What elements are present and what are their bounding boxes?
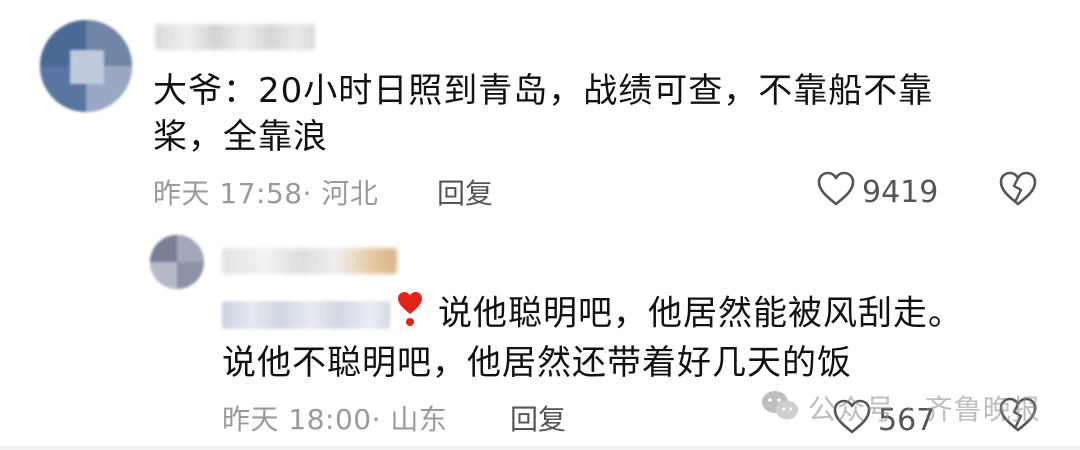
comment-line-2: 桨，全靠浪: [153, 117, 328, 157]
watermark: 公众号 · 齐鲁晚报: [760, 388, 1041, 428]
reply-location: · 山东: [371, 403, 448, 436]
like-button[interactable]: 9419: [816, 170, 938, 214]
like-count: 9419: [862, 174, 939, 210]
comment-location: · 河北: [302, 177, 379, 210]
avatar[interactable]: [40, 20, 132, 112]
reply-line-1-text: 说他聪明吧，他居然能被风刮走。: [438, 293, 963, 334]
reply-username-blurred[interactable]: [222, 248, 397, 274]
reply-time: 昨天 18:00: [222, 403, 372, 436]
comment-line-1: 大爷：20小时日照到青岛，战绩可查，不靠船不靠: [153, 71, 934, 111]
comment-time: 昨天 17:58: [153, 177, 303, 210]
reply-line-1: 说他聪明吧，他居然能被风刮走。: [222, 290, 1042, 340]
comment-meta: 昨天 17:58· 河北: [153, 172, 378, 212]
wechat-icon: [760, 389, 800, 427]
reply-line-2: 说他不聪明吧，他居然还带着好几天的饭: [222, 343, 852, 383]
heart-outline-icon: [816, 170, 856, 214]
red-heart-exclamation-icon: [396, 290, 424, 340]
reply-text: 说他聪明吧，他居然能被风刮走。 说他不聪明吧，他居然还带着好几天的饭: [222, 290, 1042, 386]
username-blurred[interactable]: [155, 24, 315, 50]
dislike-button[interactable]: [998, 170, 1038, 214]
watermark-text: 公众号 · 齐鲁晚报: [808, 393, 1041, 426]
reply-avatar[interactable]: [150, 235, 204, 289]
reply-meta: 昨天 18:00· 山东: [222, 398, 447, 438]
broken-heart-icon: [998, 171, 1038, 214]
reply-reply-button[interactable]: 回复: [510, 398, 566, 438]
reply-button[interactable]: 回复: [437, 172, 493, 212]
comment-thread: 大爷：20小时日照到青岛，战绩可查，不靠船不靠 桨，全靠浪 昨天 17:58· …: [0, 0, 1080, 450]
comment-text: 大爷：20小时日照到青岛，战绩可查，不靠船不靠 桨，全靠浪: [153, 68, 1033, 160]
divider: [0, 446, 1080, 450]
mention-blurred[interactable]: [222, 301, 390, 329]
